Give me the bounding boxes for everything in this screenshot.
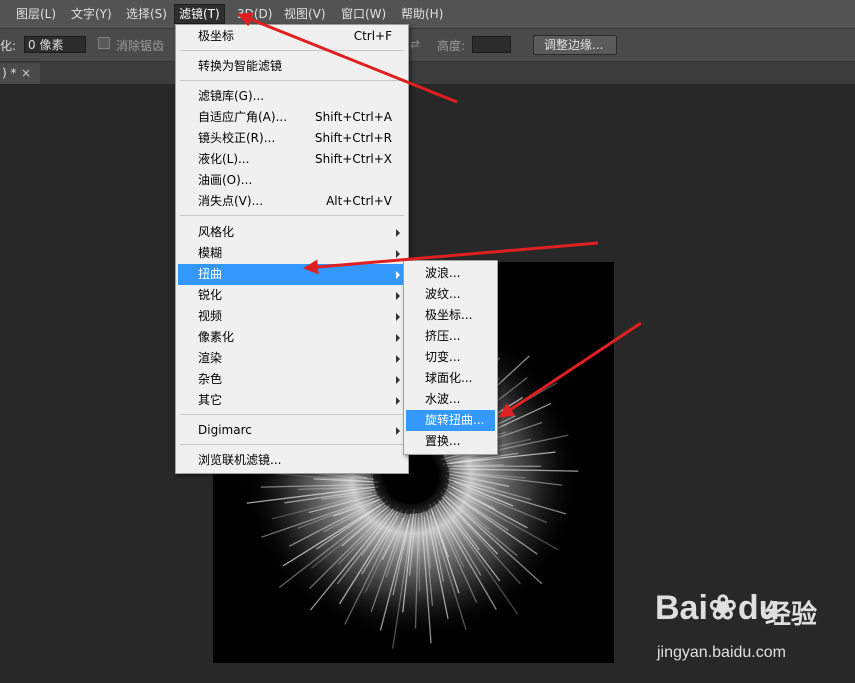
- menu-bar: 图层(L) 文字(Y) 选择(S) 滤镜(T) 3D(D) 视图(V) 窗口(W…: [0, 0, 855, 29]
- menu-item-oil-paint[interactable]: 油画(O)...: [178, 170, 406, 191]
- menu-item-label: 镜头校正(R)...: [198, 131, 276, 145]
- menu-item-label: 扭曲: [198, 267, 223, 281]
- submenu-item-spherize[interactable]: 球面化...: [406, 368, 495, 389]
- menu-item-label: 像素化: [198, 330, 235, 344]
- paw-icon: ❀: [708, 589, 738, 627]
- menu-item-pixelate[interactable]: 像素化: [178, 327, 406, 348]
- watermark-cn: 经验: [765, 600, 818, 630]
- submenu-item-pinch[interactable]: 挤压...: [406, 326, 495, 347]
- shortcut-label: Ctrl+F: [353, 29, 392, 43]
- refine-edge-button[interactable]: 调整边缘...: [533, 35, 617, 55]
- submenu-item-twirl[interactable]: 旋转扭曲...: [406, 410, 495, 431]
- menu-item-label: 浏览联机滤镜...: [198, 453, 282, 467]
- height-input[interactable]: [472, 36, 511, 53]
- menu-item-render[interactable]: 渲染: [178, 348, 406, 369]
- menu-item-label: 液化(L)...: [198, 152, 250, 166]
- submenu-arrow-icon: [396, 292, 400, 300]
- menu-3d[interactable]: 3D(D): [233, 5, 276, 23]
- submenu-arrow-icon: [396, 313, 400, 321]
- menu-item-label: 视频: [198, 309, 223, 323]
- options-bar: 化: 0 像素 消除锯齿 ⇄ 高度: 调整边缘...: [0, 29, 855, 62]
- antialias-checkbox[interactable]: [98, 37, 110, 49]
- shortcut-label: Shift+Ctrl+A: [315, 110, 392, 124]
- height-label: 高度:: [437, 39, 466, 53]
- menu-item-noise[interactable]: 杂色: [178, 369, 406, 390]
- menu-item-label: 风格化: [198, 225, 235, 239]
- menu-separator: [180, 215, 404, 216]
- menu-layer[interactable]: 图层(L): [12, 5, 60, 23]
- feather-label: 化:: [0, 39, 17, 53]
- shortcut-label: Shift+Ctrl+X: [315, 152, 392, 166]
- menu-item-lens-correction[interactable]: 镜头校正(R)... Shift+Ctrl+R: [178, 128, 406, 149]
- menu-item-convert-smart[interactable]: 转换为智能滤镜: [178, 56, 406, 77]
- menu-item-browse-online[interactable]: 浏览联机滤镜...: [178, 450, 406, 471]
- watermark-url: jingyan.baidu.com: [657, 644, 786, 661]
- submenu-item-zigzag[interactable]: 水波...: [406, 389, 495, 410]
- menu-select[interactable]: 选择(S): [122, 5, 171, 23]
- watermark-logo: Bai❀du: [655, 589, 780, 627]
- submenu-arrow-icon: [396, 271, 400, 279]
- menu-item-label: 模糊: [198, 246, 223, 260]
- menu-item-digimarc[interactable]: Digimarc: [178, 420, 406, 441]
- menu-view[interactable]: 视图(V): [280, 5, 330, 23]
- shortcut-label: Alt+Ctrl+V: [326, 194, 392, 208]
- submenu-item-polar-coordinates[interactable]: 极坐标...: [406, 305, 495, 326]
- menu-item-label: Digimarc: [198, 423, 252, 437]
- menu-item-polar[interactable]: 极坐标 Ctrl+F: [178, 26, 406, 47]
- filter-menu: 极坐标 Ctrl+F 转换为智能滤镜 滤镜库(G)... 自适应广角(A)...…: [175, 24, 409, 474]
- submenu-arrow-icon: [396, 376, 400, 384]
- submenu-arrow-icon: [396, 334, 400, 342]
- menu-item-other[interactable]: 其它: [178, 390, 406, 411]
- menu-item-sharpen[interactable]: 锐化: [178, 285, 406, 306]
- menu-separator: [180, 414, 404, 415]
- menu-item-label: 转换为智能滤镜: [198, 59, 283, 73]
- document-tab-bar: ) * ×: [0, 62, 855, 85]
- close-icon[interactable]: ×: [21, 63, 31, 84]
- menu-item-label: 其它: [198, 393, 223, 407]
- menu-item-label: 锐化: [198, 288, 223, 302]
- menu-item-liquify[interactable]: 液化(L)... Shift+Ctrl+X: [178, 149, 406, 170]
- menu-item-label: 滤镜库(G)...: [198, 89, 265, 103]
- menu-item-label: 自适应广角(A)...: [198, 110, 288, 124]
- submenu-arrow-icon: [396, 229, 400, 237]
- menu-item-label: 杂色: [198, 372, 223, 386]
- submenu-arrow-icon: [396, 250, 400, 258]
- menu-item-blur[interactable]: 模糊: [178, 243, 406, 264]
- submenu-item-shear[interactable]: 切变...: [406, 347, 495, 368]
- shortcut-label: Shift+Ctrl+R: [314, 131, 392, 145]
- menu-item-distort[interactable]: 扭曲: [178, 264, 406, 285]
- menu-window[interactable]: 窗口(W): [337, 5, 390, 23]
- menu-item-video[interactable]: 视频: [178, 306, 406, 327]
- menu-type[interactable]: 文字(Y): [67, 5, 116, 23]
- document-tab[interactable]: ) * ×: [0, 63, 40, 84]
- menu-filter[interactable]: 滤镜(T): [174, 4, 225, 24]
- submenu-arrow-icon: [396, 427, 400, 435]
- swap-icon: ⇄: [410, 37, 421, 51]
- antialias-label: 消除锯齿: [116, 39, 165, 53]
- submenu-item-ripple[interactable]: 波纹...: [406, 284, 495, 305]
- menu-help[interactable]: 帮助(H): [397, 5, 447, 23]
- menu-item-label: 消失点(V)...: [198, 194, 264, 208]
- feather-input[interactable]: 0 像素: [24, 36, 86, 53]
- menu-item-gallery[interactable]: 滤镜库(G)...: [178, 86, 406, 107]
- menu-separator: [180, 50, 404, 51]
- menu-item-stylize[interactable]: 风格化: [178, 222, 406, 243]
- document-tab-title: ) *: [2, 66, 17, 80]
- menu-separator: [180, 444, 404, 445]
- menu-item-vanishing-point[interactable]: 消失点(V)... Alt+Ctrl+V: [178, 191, 406, 212]
- distort-submenu: 波浪... 波纹... 极坐标... 挤压... 切变... 球面化... 水波…: [403, 260, 498, 455]
- menu-item-adaptive-wide[interactable]: 自适应广角(A)... Shift+Ctrl+A: [178, 107, 406, 128]
- submenu-item-wave[interactable]: 波浪...: [406, 263, 495, 284]
- submenu-arrow-icon: [396, 355, 400, 363]
- submenu-item-displace[interactable]: 置换...: [406, 431, 495, 452]
- menu-separator: [180, 80, 404, 81]
- menu-item-label: 渲染: [198, 351, 223, 365]
- menu-item-label: 极坐标: [198, 29, 235, 43]
- menu-item-label: 油画(O)...: [198, 173, 253, 187]
- submenu-arrow-icon: [396, 397, 400, 405]
